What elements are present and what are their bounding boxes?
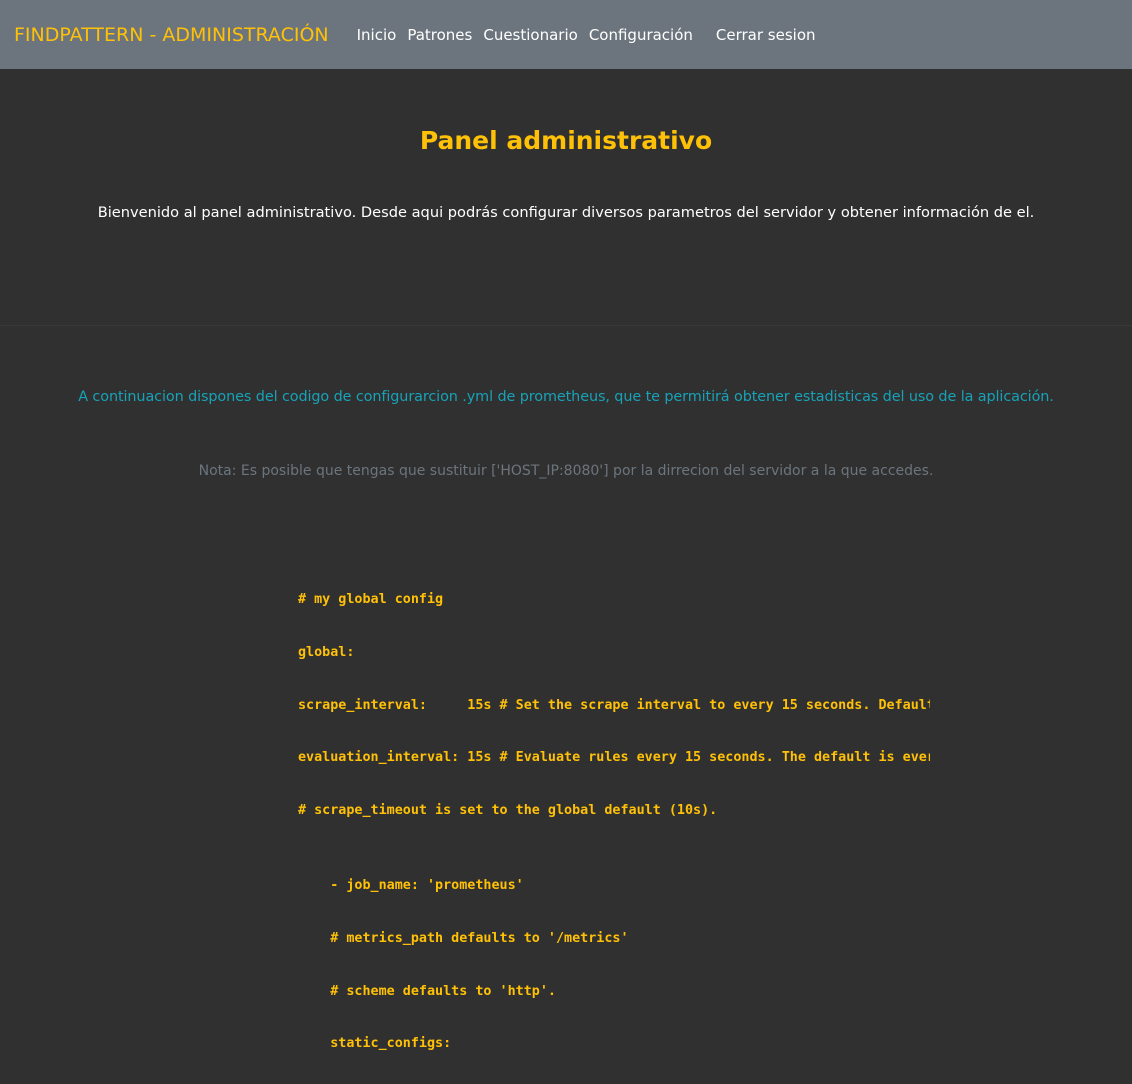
code-line: # my global config bbox=[298, 592, 444, 607]
prometheus-info-text: A continuacion dispones del codigo de co… bbox=[78, 389, 1054, 405]
page-title: Panel administrativo bbox=[419, 126, 713, 155]
nav-link-inicio[interactable]: Inicio bbox=[357, 26, 397, 44]
host-ip-note: Nota: Es posible que tengas que sustitui… bbox=[198, 463, 934, 479]
welcome-text: Bienvenido al panel administrativo. Desd… bbox=[97, 204, 1035, 221]
nav-link-configuracion[interactable]: Configuración bbox=[589, 26, 693, 44]
brand-title[interactable]: FINDPATTERN - ADMINISTRACIÓN bbox=[14, 24, 329, 46]
code-line: scrape_interval: 15s # Set the scrape in… bbox=[298, 698, 930, 713]
code-line: - job_name: 'prometheus' bbox=[298, 878, 524, 893]
code-line: global: bbox=[298, 645, 355, 660]
logout-link[interactable]: Cerrar sesion bbox=[716, 26, 816, 44]
section-divider bbox=[0, 325, 1132, 326]
nav-link-cuestionario[interactable]: Cuestionario bbox=[483, 26, 577, 44]
code-line: # scheme defaults to 'http'. bbox=[298, 984, 556, 999]
code-line: # scrape_timeout is set to the global de… bbox=[298, 803, 718, 818]
top-navbar: FINDPATTERN - ADMINISTRACIÓN Inicio Patr… bbox=[0, 0, 1132, 69]
code-line: evaluation_interval: 15s # Evaluate rule… bbox=[298, 750, 930, 765]
code-line: # metrics_path defaults to '/metrics' bbox=[298, 931, 629, 946]
nav-link-patrones[interactable]: Patrones bbox=[407, 26, 472, 44]
prometheus-config-code: # my global config global: scrape_interv… bbox=[298, 590, 930, 1070]
code-line: static_configs: bbox=[298, 1036, 452, 1051]
